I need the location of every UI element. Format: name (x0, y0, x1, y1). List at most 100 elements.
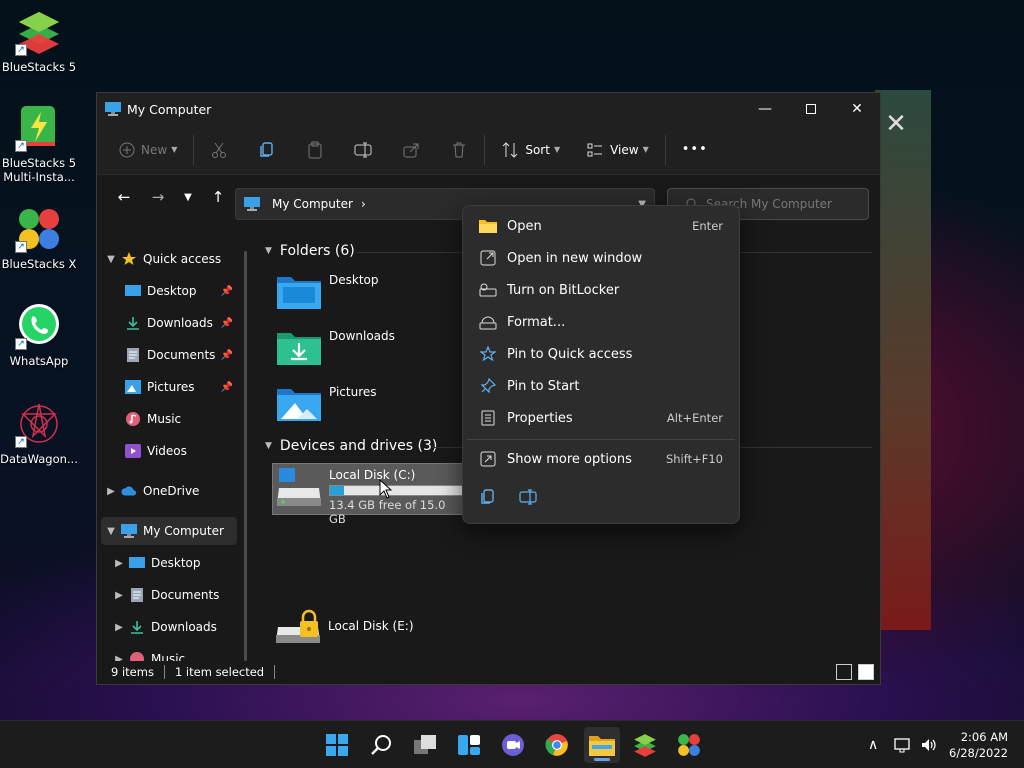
command-bar: New ▼ Sort ▼ View ▼ ••• (97, 125, 880, 175)
folder-downloads[interactable]: Downloads (277, 325, 457, 375)
desktop-icon-label: BlueStacks 5 (1, 60, 77, 74)
cut-button[interactable] (202, 134, 236, 166)
sidebar-item-label: Desktop (147, 284, 197, 298)
volume-icon[interactable] (920, 737, 938, 753)
locked-drive-icon (276, 607, 320, 647)
sort-icon (502, 141, 518, 158)
folder-pictures[interactable]: Pictures (277, 381, 457, 431)
drive-c[interactable]: Local Disk (C:) 13.4 GB free of 15.0 GB (272, 463, 465, 526)
plus-circle-icon (119, 142, 135, 157)
bluestacks-x-taskbar-button[interactable] (675, 731, 703, 759)
maximize-button[interactable] (788, 93, 834, 125)
forward-button[interactable]: → (143, 182, 173, 212)
desktop-icon-bluestacksx[interactable]: ↗ BlueStacks X (0, 205, 78, 271)
task-view-button[interactable] (411, 731, 439, 759)
new-label: New (141, 142, 168, 157)
menu-item-open-new-window[interactable]: Open in new window (467, 243, 735, 273)
more-options-button[interactable]: ••• (674, 134, 716, 166)
search-button[interactable] (367, 731, 395, 759)
background-close-icon[interactable]: ✕ (884, 111, 908, 137)
delete-button[interactable] (442, 134, 476, 166)
chevron-up-icon[interactable]: ∧ (868, 737, 878, 753)
sidebar-scrollbar[interactable] (244, 251, 247, 661)
sidebar-item-label: OneDrive (143, 484, 200, 498)
bluestacks-multi-icon: ↗ (15, 104, 63, 152)
sidebar-item-my-computer[interactable]: ▼ My Computer (101, 517, 237, 545)
sidebar-item-onedrive[interactable]: ▶ OneDrive (101, 477, 237, 505)
copy-button[interactable] (250, 134, 284, 166)
more-label: ••• (681, 142, 708, 157)
copy-icon[interactable] (479, 488, 497, 509)
rename-icon[interactable] (519, 488, 537, 509)
menu-item-open[interactable]: Open Enter (467, 211, 735, 241)
sidebar-item-quick-access[interactable]: ▼ Quick access (101, 245, 237, 273)
pin-icon: 📌 (220, 317, 233, 329)
download-icon (125, 315, 141, 331)
chevron-right-icon[interactable]: ▶ (109, 590, 129, 601)
folder-name: Downloads (329, 329, 395, 343)
open-new-window-icon (479, 249, 497, 267)
chrome-button[interactable] (543, 731, 571, 759)
recent-locations-button[interactable]: ▼ (173, 182, 203, 212)
chevron-down-icon[interactable]: ▼ (101, 254, 121, 265)
datawagon-icon: ↗ (15, 400, 63, 448)
menu-item-shortcut: Enter (692, 219, 723, 233)
properties-icon (479, 409, 497, 427)
drives-section-header[interactable]: ▼ Devices and drives (3) (265, 438, 437, 454)
downloads-folder-icon (277, 329, 321, 365)
file-explorer-button[interactable] (584, 727, 620, 763)
menu-item-label: Properties (507, 410, 573, 426)
sort-button[interactable]: Sort ▼ (493, 134, 568, 166)
drive-e[interactable]: Local Disk (E:) (272, 603, 464, 655)
start-button[interactable] (323, 731, 351, 759)
new-button[interactable]: New ▼ (111, 134, 185, 166)
chevron-down-icon[interactable]: ▼ (101, 526, 121, 537)
chevron-down-icon: ▼ (265, 441, 272, 451)
large-icons-view-button[interactable] (858, 664, 874, 680)
up-button[interactable]: ↑ (203, 182, 233, 212)
desktop-icon-datawagon[interactable]: ↗ DataWagon... (0, 400, 78, 466)
widgets-button[interactable] (455, 731, 483, 759)
folder-desktop[interactable]: Desktop (277, 269, 457, 319)
menu-item-bitlocker[interactable]: Turn on BitLocker (467, 275, 735, 305)
sidebar-item-documents[interactable]: Documents 📌 (125, 341, 237, 369)
selection-count: 1 item selected (174, 665, 265, 679)
minimize-button[interactable]: — (742, 93, 788, 125)
close-button[interactable]: ✕ (834, 93, 880, 125)
menu-item-pin-start[interactable]: Pin to Start (467, 371, 735, 401)
menu-item-pin-quick-access[interactable]: Pin to Quick access (467, 339, 735, 369)
chevron-right-icon[interactable]: ▶ (109, 558, 129, 569)
sidebar-item-label: Documents (147, 348, 216, 362)
clock[interactable]: 2:06 AM 6/28/2022 (949, 729, 1008, 761)
menu-item-format[interactable]: Format... (467, 307, 735, 337)
paste-button[interactable] (298, 134, 332, 166)
sidebar-item-mc-documents[interactable]: ▶ Documents (109, 581, 237, 609)
sidebar-item-desktop[interactable]: Desktop 📌 (125, 277, 237, 305)
menu-item-show-more-options[interactable]: Show more options Shift+F10 (467, 444, 735, 474)
bluestacks-taskbar-button[interactable] (631, 731, 659, 759)
view-button[interactable]: View ▼ (578, 134, 657, 166)
menu-item-properties[interactable]: Properties Alt+Enter (467, 403, 735, 433)
title-bar[interactable]: My Computer — ✕ (97, 93, 880, 125)
pictures-folder-icon (277, 385, 321, 421)
sidebar-item-music[interactable]: Music (125, 405, 237, 433)
desktop-icon-bluestacks5-multi[interactable]: ↗ BlueStacks 5 Multi-Insta... (0, 104, 78, 184)
sidebar-item-videos[interactable]: Videos (125, 437, 237, 465)
chevron-right-icon[interactable]: ▶ (109, 622, 129, 633)
chat-button[interactable] (499, 731, 527, 759)
desktop-icon-whatsapp[interactable]: ↗ WhatsApp (0, 302, 78, 368)
details-view-button[interactable] (836, 664, 852, 680)
back-button[interactable]: ← (109, 182, 139, 212)
sidebar-item-pictures[interactable]: Pictures 📌 (125, 373, 237, 401)
sidebar-item-mc-music[interactable]: ▶ Music (109, 645, 237, 661)
desktop-icon-bluestacks5[interactable]: ↗ BlueStacks 5 (0, 8, 78, 74)
sidebar-item-downloads[interactable]: Downloads 📌 (125, 309, 237, 337)
sidebar-item-mc-downloads[interactable]: ▶ Downloads (109, 613, 237, 641)
share-button[interactable] (394, 134, 428, 166)
sidebar-item-mc-desktop[interactable]: ▶ Desktop (109, 549, 237, 577)
active-app-indicator (594, 758, 610, 761)
network-icon[interactable] (894, 737, 912, 753)
folders-section-header[interactable]: ▼ Folders (6) (265, 243, 355, 259)
chevron-right-icon[interactable]: ▶ (101, 486, 121, 497)
rename-button[interactable] (346, 134, 380, 166)
